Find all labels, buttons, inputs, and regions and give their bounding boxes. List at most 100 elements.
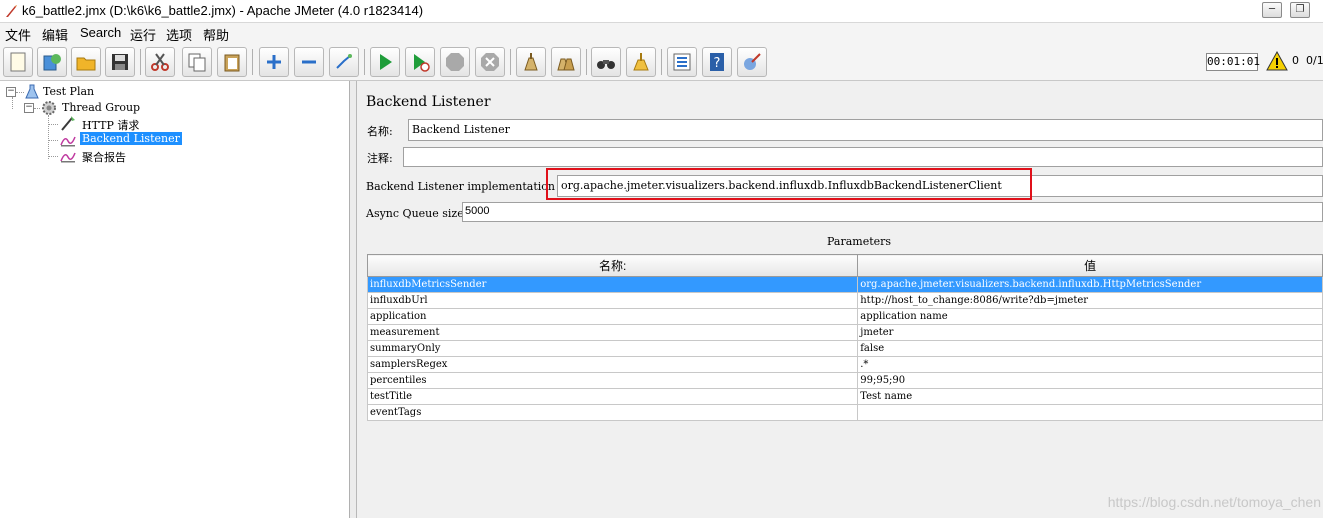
reset-search-button[interactable] <box>626 47 656 77</box>
open-button[interactable] <box>71 47 101 77</box>
menu-edit[interactable]: 编辑 <box>42 25 68 44</box>
param-name-cell[interactable]: eventTags <box>366 404 859 421</box>
elapsed-timer: 00:01:01 <box>1206 53 1260 71</box>
param-value-cell[interactable]: 99;95;90 <box>857 372 1323 389</box>
comment-input[interactable] <box>403 147 1323 167</box>
paste-button[interactable] <box>217 47 247 77</box>
tree-connector <box>48 140 58 141</box>
shutdown-icon <box>481 53 499 71</box>
cut-button[interactable] <box>145 47 175 77</box>
tree-connector <box>34 108 40 109</box>
clear-all-button[interactable] <box>551 47 581 77</box>
templates-icon <box>43 54 61 71</box>
param-value-cell[interactable]: false <box>857 340 1323 357</box>
new-icon <box>10 52 26 72</box>
start-button[interactable] <box>370 47 400 77</box>
comment-label: 注释: <box>367 152 393 165</box>
svg-text:?: ? <box>714 56 721 71</box>
param-name-cell[interactable]: summaryOnly <box>366 340 859 357</box>
tree-node-http-request[interactable]: HTTP 请求 <box>82 117 139 133</box>
menu-search[interactable]: Search <box>80 25 121 40</box>
param-value-cell[interactable]: org.apache.jmeter.visualizers.backend.in… <box>857 276 1323 293</box>
start-no-pause-icon <box>414 54 430 72</box>
menu-options[interactable]: 选项 <box>166 25 192 44</box>
table-row[interactable]: summaryOnly false <box>366 340 1323 357</box>
open-icon <box>76 57 96 71</box>
implementation-label: Backend Listener implementation <box>366 180 556 193</box>
menu-help[interactable]: 帮助 <box>203 25 229 44</box>
table-row[interactable]: testTitle Test name <box>366 388 1323 405</box>
minimize-button[interactable]: ─ <box>1262 2 1282 18</box>
warning-icon[interactable] <box>1266 51 1288 71</box>
param-name-cell[interactable]: percentiles <box>366 372 859 389</box>
tree-node-aggregate-report[interactable]: 聚合报告 <box>82 149 126 165</box>
collapse-icon <box>302 60 316 64</box>
async-queue-input[interactable]: 5000 <box>462 202 1323 222</box>
menu-file[interactable]: 文件 <box>5 25 31 44</box>
async-queue-label: Async Queue size <box>366 207 464 220</box>
panel-title: Backend Listener <box>366 94 491 110</box>
table-row[interactable]: percentiles 99;95;90 <box>366 372 1323 389</box>
menu-bar: 文件 编辑 Search 运行 选项 帮助 <box>0 23 1323 43</box>
table-row[interactable]: measurement jmeter <box>366 324 1323 341</box>
toggle-button[interactable] <box>329 47 359 77</box>
clear-icon <box>524 53 538 71</box>
param-value-cell[interactable]: .* <box>857 356 1323 373</box>
collapse-button[interactable] <box>294 47 324 77</box>
clear-button[interactable] <box>516 47 546 77</box>
tree-node-test-plan[interactable]: Test Plan <box>43 85 94 98</box>
function-helper-button[interactable] <box>667 47 697 77</box>
table-row[interactable]: eventTags <box>366 404 1323 421</box>
restore-button[interactable]: ❐ <box>1290 2 1310 18</box>
toolbar-separator <box>364 49 365 75</box>
templates-button[interactable] <box>37 47 67 77</box>
name-input[interactable]: Backend Listener <box>408 119 1323 141</box>
param-value-cell[interactable]: application name <box>857 308 1323 325</box>
tree-connector <box>48 156 58 157</box>
shutdown-button[interactable] <box>475 47 505 77</box>
new-button[interactable] <box>3 47 33 77</box>
param-name-cell[interactable]: influxdbUrl <box>366 292 859 309</box>
column-header-value[interactable]: 值 <box>857 254 1323 277</box>
param-name-cell[interactable]: application <box>366 308 859 325</box>
param-name-cell[interactable]: measurement <box>366 324 859 341</box>
parameters-title: Parameters <box>827 235 892 248</box>
start-no-pause-button[interactable] <box>405 47 435 77</box>
table-row[interactable]: influxdbMetricsSender org.apache.jmeter.v… <box>366 276 1323 293</box>
copy-button[interactable] <box>182 47 212 77</box>
expander-thread-group[interactable]: − <box>24 103 34 113</box>
param-value-cell[interactable]: jmeter <box>857 324 1323 341</box>
expand-icon <box>267 55 281 69</box>
title-bar: k6_battle2.jmx (D:\k6\k6_battle2.jmx) - … <box>0 0 1323 23</box>
expand-button[interactable] <box>259 47 289 77</box>
name-label: 名称: <box>367 125 393 138</box>
menu-run[interactable]: 运行 <box>130 25 156 44</box>
split-pane-divider[interactable] <box>350 81 357 518</box>
tree-node-thread-group[interactable]: Thread Group <box>62 101 140 114</box>
remote-button[interactable] <box>737 47 767 77</box>
listener-icon <box>60 136 76 147</box>
highlight-box <box>546 168 1032 200</box>
tree-connector <box>48 124 58 125</box>
param-value-cell[interactable]: http://host_to_change:8086/write?db=jmet… <box>857 292 1323 309</box>
column-header-name[interactable]: 名称: <box>366 254 859 277</box>
reset-search-icon <box>633 53 649 71</box>
watermark: https://blog.csdn.net/tomoya_chen <box>1107 494 1321 510</box>
stop-icon <box>446 53 464 71</box>
stop-button[interactable] <box>440 47 470 77</box>
start-icon <box>380 54 392 70</box>
param-name-cell[interactable]: influxdbMetricsSender <box>366 276 859 293</box>
tree-node-backend-listener[interactable]: Backend Listener <box>80 132 182 145</box>
expander-test-plan[interactable]: − <box>6 87 16 97</box>
table-row[interactable]: application application name <box>366 308 1323 325</box>
save-button[interactable] <box>105 47 135 77</box>
table-row[interactable]: influxdbUrl http://host_to_change:8086/wr… <box>366 292 1323 309</box>
param-value-cell[interactable]: Test name <box>857 388 1323 405</box>
table-row[interactable]: samplersRegex .* <box>366 356 1323 373</box>
search-button[interactable] <box>591 47 621 77</box>
active-threads: 0/1 <box>1306 54 1323 67</box>
help-button[interactable]: ? <box>702 47 732 77</box>
param-value-cell[interactable] <box>857 404 1323 421</box>
param-name-cell[interactable]: samplersRegex <box>366 356 859 373</box>
param-name-cell[interactable]: testTitle <box>366 388 859 405</box>
